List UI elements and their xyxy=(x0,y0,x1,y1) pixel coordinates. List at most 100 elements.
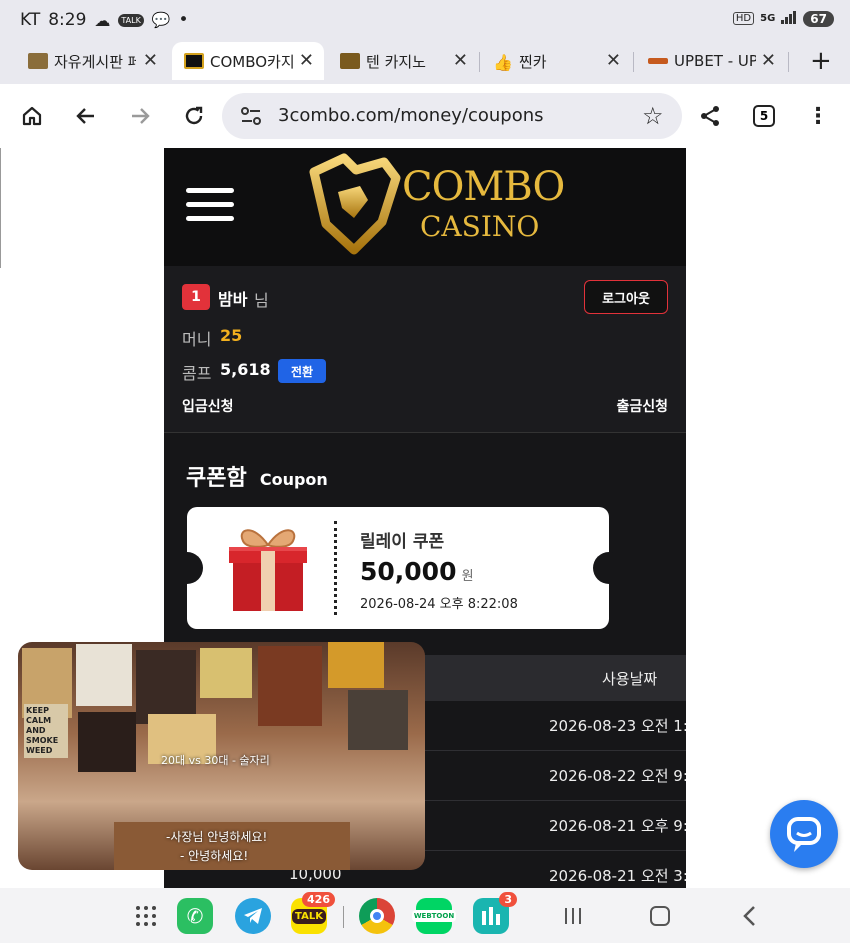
video-caption-top: 20대 vs 30대 - 술자리 xyxy=(161,754,270,767)
comp-label: 콤프 xyxy=(182,364,212,383)
webtoon-app-icon[interactable]: WEBTOON xyxy=(411,898,457,934)
coupon-amount-wrap: 50,000 원 xyxy=(360,557,474,586)
chat-bubble-icon xyxy=(787,817,821,852)
username: 밤바 xyxy=(218,290,248,309)
tab-free-board[interactable]: 자유게시판 페 ✕ xyxy=(28,42,160,80)
close-tab-icon[interactable]: ✕ xyxy=(299,50,314,71)
tab-strip: 자유게시판 페 ✕ COMBO카지 ✕ 텐 카지노 ✕ 👍 찐카 ✕ UPBET… xyxy=(0,40,850,84)
tab-title: COMBO카지 xyxy=(210,52,294,71)
tab-ten-casino[interactable]: 텐 카지노 ✕ xyxy=(340,42,470,80)
chrome-app-icon[interactable] xyxy=(359,898,395,934)
page-title: 쿠폰함 xyxy=(186,466,247,491)
site-logo[interactable]: COMBO CASINO xyxy=(304,152,565,258)
home-nav-icon[interactable] xyxy=(650,906,670,926)
video-caption-line1: -사장님 안녕하세요! xyxy=(166,830,268,844)
level-badge: 1 xyxy=(182,284,210,310)
tab-separator xyxy=(479,52,480,72)
back-icon[interactable] xyxy=(72,102,100,130)
comp-value: 5,618 xyxy=(220,360,271,379)
tab-favicon xyxy=(184,53,204,69)
page-subtitle: Coupon xyxy=(259,470,328,489)
close-tab-icon[interactable]: ✕ xyxy=(143,50,158,71)
signal-icon xyxy=(781,10,797,27)
close-tab-icon[interactable]: ✕ xyxy=(453,50,468,71)
stats-app-icon[interactable]: 3 xyxy=(473,892,517,934)
convert-comp-button[interactable]: 전환 xyxy=(278,359,326,383)
coupon-section-header: 쿠폰함 Coupon xyxy=(186,460,328,492)
wall-posters xyxy=(18,642,425,772)
carrier: KT xyxy=(20,10,41,30)
address-bar[interactable]: 3combo.com/money/coupons ☆ xyxy=(222,93,682,139)
phone-app-icon[interactable]: ✆ xyxy=(177,898,213,934)
picture-in-picture-video[interactable]: KEEP CALM AND SMOKE WEED 20대 vs 30대 - 술자… xyxy=(18,642,425,870)
tab-separator xyxy=(633,52,634,72)
webtoon-label: WEBTOON xyxy=(411,910,457,922)
forward-icon[interactable] xyxy=(126,102,154,130)
recents-nav-icon[interactable] xyxy=(563,906,583,930)
back-nav-icon[interactable] xyxy=(740,904,760,932)
cell-date: 2026-08-23 오전 1:01 xyxy=(549,717,686,735)
deposit-request-link[interactable]: 입금신청 xyxy=(182,396,234,416)
cloud-icon: ☁ xyxy=(94,10,111,30)
logo-shield-icon xyxy=(309,153,401,255)
chrome-center xyxy=(370,909,384,923)
logout-button[interactable]: 로그아웃 xyxy=(584,280,668,314)
bookmark-star-icon[interactable]: ☆ xyxy=(642,102,664,130)
close-tab-icon[interactable]: ✕ xyxy=(761,50,776,71)
live-chat-button[interactable] xyxy=(770,800,838,868)
money-label: 머니 xyxy=(182,330,212,349)
hd-voice-icon: HD xyxy=(732,12,755,25)
more-menu-icon[interactable]: ⋮ xyxy=(804,102,832,130)
android-dock: ✆ TALK 426 WEBTOON 3 xyxy=(0,888,850,943)
cell-date: 2026-08-21 오후 9:06 xyxy=(549,817,686,835)
coupon-card[interactable]: 릴레이 쿠폰 50,000 원 2026-08-24 오후 8:22:08 xyxy=(171,507,625,629)
tab-combo-casino[interactable]: COMBO카지 ✕ xyxy=(172,42,324,80)
more-notifications-dot: • xyxy=(178,10,189,30)
honorific: 님 xyxy=(254,291,269,310)
new-tab-icon[interactable]: + xyxy=(810,46,832,76)
logo-text-casino: CASINO xyxy=(420,210,540,243)
wall-poster-text: KEEP CALM AND SMOKE WEED xyxy=(24,704,68,758)
home-icon[interactable] xyxy=(18,102,46,130)
tab-favicon xyxy=(340,53,360,69)
url-text: 3combo.com/money/coupons xyxy=(278,105,544,126)
share-icon[interactable] xyxy=(696,102,724,130)
app-drawer-icon[interactable] xyxy=(134,904,158,928)
menu-hamburger-icon[interactable] xyxy=(164,184,244,228)
page-edge xyxy=(0,148,1,268)
cell-date: 2026-08-21 오전 3:20 xyxy=(549,867,686,885)
cell-date: 2026-08-22 오전 9:00 xyxy=(549,767,686,785)
site-header: COMBO CASINO xyxy=(164,148,686,266)
tab-title: 찐카 xyxy=(519,52,547,71)
close-tab-icon[interactable]: ✕ xyxy=(606,50,621,71)
reload-icon[interactable] xyxy=(180,102,208,130)
tab-favicon xyxy=(648,58,668,64)
kakaotalk-app-icon[interactable]: TALK 426 xyxy=(291,892,335,934)
tab-favicon xyxy=(28,53,48,69)
user-info-panel: 1 밤바 님 로그아웃 머니 25 콤프 5,618 전환 입금신청 출금신청 xyxy=(164,266,686,433)
coupon-name: 릴레이 쿠폰 xyxy=(360,532,445,552)
withdraw-request-link[interactable]: 출금신청 xyxy=(616,396,668,416)
tab-title: 자유게시판 페 xyxy=(54,52,136,71)
logo-text-combo: COMBO xyxy=(402,164,565,210)
gift-box-icon xyxy=(229,529,307,611)
tab-count: 5 xyxy=(753,105,775,127)
clock: 8:29 xyxy=(48,10,87,30)
money-value: 25 xyxy=(220,326,243,345)
coupon-amount: 50,000 xyxy=(360,557,457,586)
video-caption-line2: - 안녕하세요! xyxy=(180,849,249,863)
site-settings-icon[interactable] xyxy=(240,106,262,130)
thumbs-up-icon: 👍 xyxy=(493,53,513,72)
talk-notification-icon: TALK xyxy=(118,13,144,27)
notification-badge: 3 xyxy=(499,892,517,907)
tab-title: UPBET - UP xyxy=(674,52,756,70)
ticket-notch-left xyxy=(171,552,203,584)
telegram-app-icon[interactable] xyxy=(235,898,271,934)
tab-switcher-button[interactable]: 5 xyxy=(750,102,778,130)
ticket-notch-right xyxy=(593,552,625,584)
tab-separator xyxy=(788,52,789,72)
coupon-issued-date: 2026-08-24 오후 8:22:08 xyxy=(360,597,518,612)
tab-upbet[interactable]: UPBET - UP ✕ xyxy=(648,42,778,80)
ticket-divider xyxy=(334,521,337,615)
tab-jjinka[interactable]: 👍 찐카 ✕ xyxy=(493,42,623,80)
